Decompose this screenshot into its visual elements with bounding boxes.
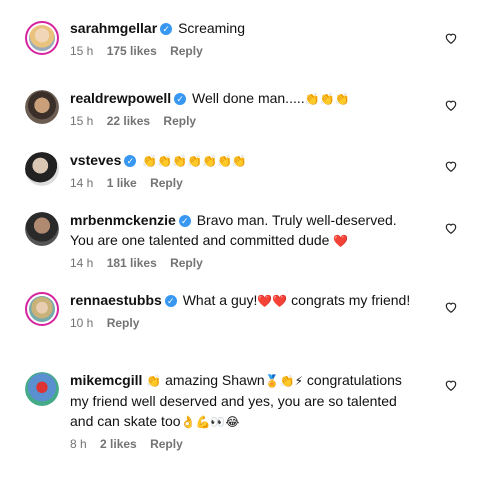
comment-text: Screaming <box>178 20 245 36</box>
comment-body: vsteves ✓ 👏👏👏👏👏👏👏 14 h 1 like Reply <box>70 150 420 190</box>
reply-button[interactable]: Reply <box>163 114 196 128</box>
username[interactable]: vsteves <box>70 152 121 168</box>
heart-outline-icon[interactable] <box>444 31 458 45</box>
medal-emoji: 🏅👏⚡ <box>264 374 304 388</box>
comment-body: realdrewpowell ✓ Well done man.....👏👏👏 15… <box>70 88 420 128</box>
heart-outline-icon[interactable] <box>444 221 458 235</box>
comment-text: congrats my friend! <box>287 292 411 308</box>
username[interactable]: mrbenmckenzie <box>70 212 176 228</box>
reply-button[interactable]: Reply <box>150 176 183 190</box>
heart-outline-icon[interactable] <box>444 378 458 392</box>
clap-emoji: 👏 <box>146 374 162 388</box>
verified-badge-icon: ✓ <box>174 93 187 105</box>
heart-outline-icon[interactable] <box>444 300 458 314</box>
likes-count[interactable]: 175 likes <box>107 44 157 58</box>
comment-body: sarahmgellar ✓ Screaming 15 h 175 likes R… <box>70 18 420 58</box>
avatar[interactable] <box>25 152 59 186</box>
emoji-group: 👌💪👀😂 <box>180 415 240 429</box>
avatar[interactable] <box>25 292 59 326</box>
reply-button[interactable]: Reply <box>150 437 183 451</box>
username[interactable]: rennaestubbs <box>70 292 162 308</box>
verified-badge-icon: ✓ <box>160 23 173 35</box>
username[interactable]: mikemcgill <box>70 372 142 388</box>
timestamp: 14 h <box>70 176 94 190</box>
heart-outline-icon[interactable] <box>444 98 458 112</box>
likes-count[interactable]: 22 likes <box>107 114 150 128</box>
heart-emoji: ❤️ <box>333 234 349 248</box>
timestamp: 14 h <box>70 256 94 270</box>
avatar[interactable] <box>25 212 59 246</box>
reply-button[interactable]: Reply <box>170 44 203 58</box>
comment-body: mrbenmckenzie ✓ Bravo man. Truly well-des… <box>70 210 420 270</box>
username[interactable]: realdrewpowell <box>70 90 171 106</box>
timestamp: 10 h <box>70 316 94 330</box>
heart-emoji: ❤️❤️ <box>257 294 288 308</box>
likes-count[interactable]: 1 like <box>107 176 137 190</box>
timestamp: 15 h <box>70 44 94 58</box>
comment-text: amazing Shawn <box>161 372 265 388</box>
verified-badge-icon: ✓ <box>124 155 137 167</box>
likes-count[interactable]: 181 likes <box>107 256 157 270</box>
comment-text: Well done man..... <box>192 90 305 106</box>
likes-count[interactable]: 2 likes <box>100 437 137 451</box>
comment-body: mikemcgill 👏 amazing Shawn🏅👏⚡ congratula… <box>70 370 420 451</box>
reply-button[interactable]: Reply <box>170 256 203 270</box>
comment-body: rennaestubbs ✓ What a guy!❤️❤️ congrats m… <box>70 290 420 330</box>
heart-outline-icon[interactable] <box>444 159 458 173</box>
reply-button[interactable]: Reply <box>107 316 140 330</box>
verified-badge-icon: ✓ <box>164 295 177 307</box>
avatar[interactable] <box>25 90 59 124</box>
avatar[interactable] <box>25 21 59 55</box>
clap-emoji: 👏👏👏👏👏👏👏 <box>142 154 247 168</box>
verified-badge-icon: ✓ <box>178 215 191 227</box>
username[interactable]: sarahmgellar <box>70 20 157 36</box>
timestamp: 15 h <box>70 114 94 128</box>
clap-emoji: 👏👏👏 <box>304 92 350 106</box>
comment-text: What a guy! <box>182 292 258 308</box>
avatar[interactable] <box>25 372 59 406</box>
timestamp: 8 h <box>70 437 87 451</box>
